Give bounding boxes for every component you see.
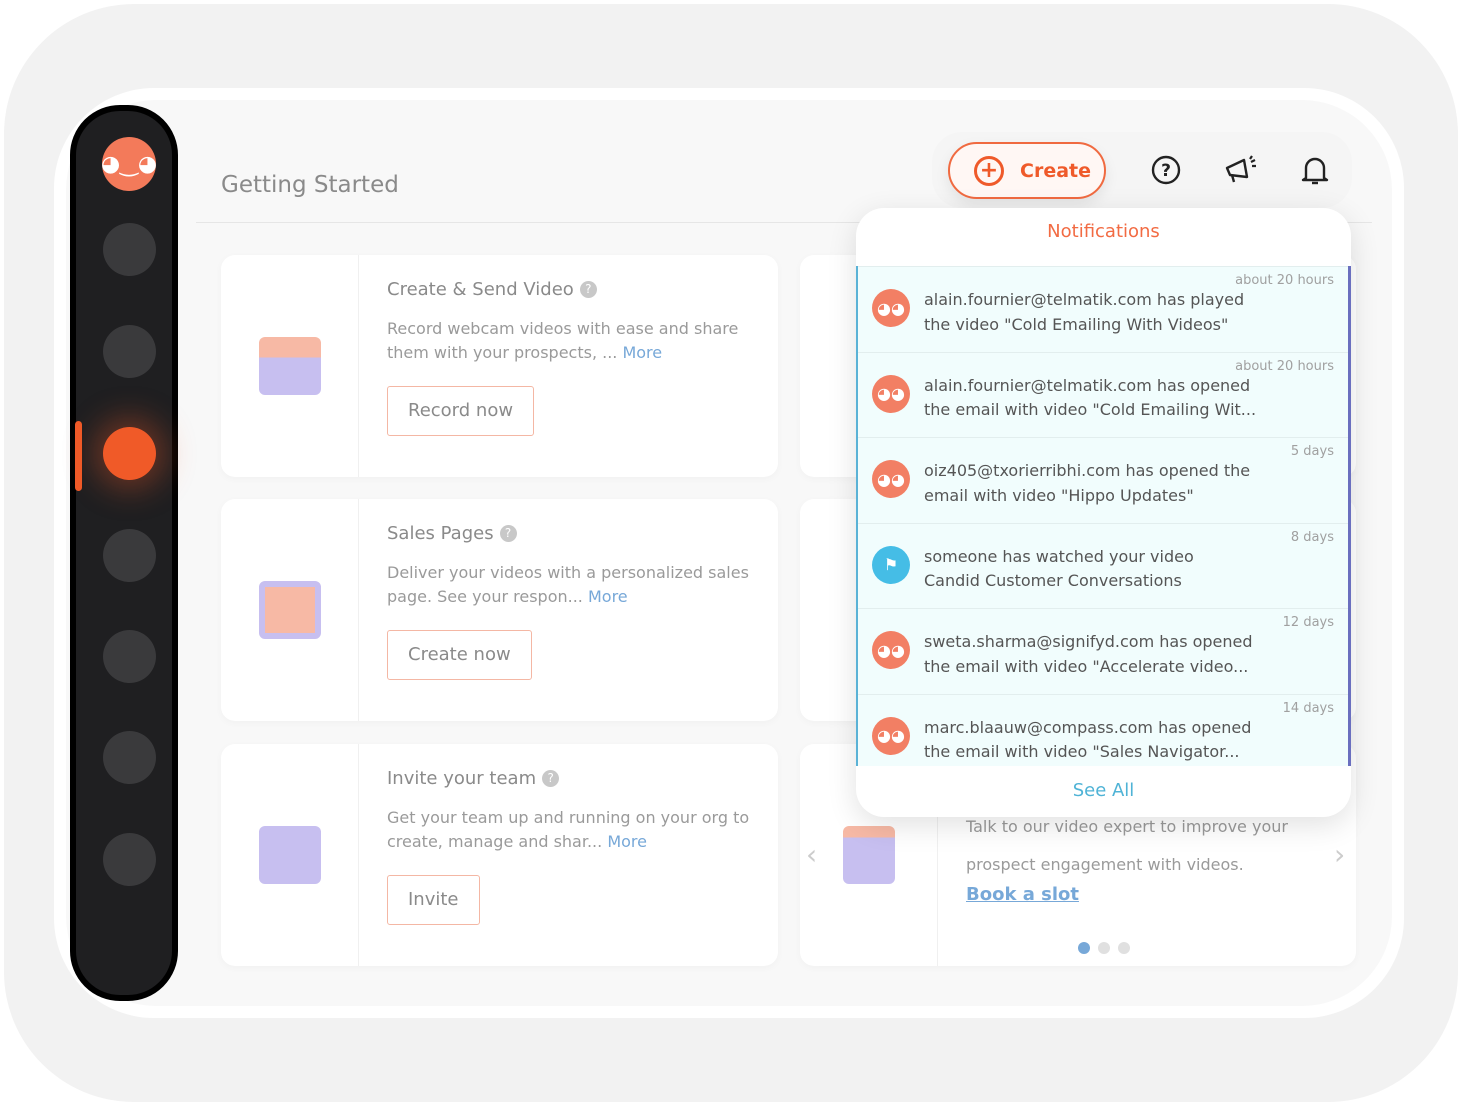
hippo-avatar-icon: ◕◕ [872, 460, 910, 499]
create-button[interactable]: + Create [948, 142, 1106, 199]
notification-message: marc.blaauw@compass.com has opened the em… [924, 716, 1264, 765]
message-line2: the email with video "Sales Navigator... [924, 742, 1240, 762]
plus-circle-icon: + [974, 155, 1004, 186]
message-line2: Candid Customer Conversations [924, 571, 1182, 591]
hippo-avatar-icon: ◕◕ [872, 289, 910, 327]
sidebar-item-7[interactable] [103, 833, 156, 886]
message-line1: alain.fournier@telmatik.com has played [924, 290, 1245, 309]
chevron-left-icon[interactable]: ‹ [806, 838, 817, 871]
card-desc: Get your team up and running on your org… [387, 808, 750, 851]
card-title: Invite your team [387, 768, 537, 789]
card-create-send-video: Create & Send Video? Record webcam video… [221, 255, 778, 477]
notification-item[interactable]: ◕◕ about 20 hours alain.fournier@telmati… [858, 266, 1348, 352]
sidebar-item-1[interactable] [103, 223, 156, 276]
notification-item[interactable]: ◕◕ 12 days sweta.sharma@signifyd.com has… [858, 608, 1348, 694]
notification-message: alain.fournier@telmatik.com has played th… [924, 288, 1264, 337]
monitor-play-icon [258, 581, 321, 639]
hippo-avatar-icon: ◕◕ [872, 631, 910, 670]
help-icon[interactable]: ? [579, 281, 597, 298]
more-link[interactable]: More [588, 587, 628, 606]
hippo-avatar-icon: ◕◕ [872, 716, 910, 755]
page-title: Getting Started [221, 172, 399, 198]
sidebar: ◕‿◕ [70, 105, 178, 1001]
notification-time: 12 days [1282, 615, 1334, 631]
message-line1: alain.fournier@telmatik.com has opened [924, 375, 1251, 395]
notifications-panel: Notifications ◕◕ about 20 hours alain.fo… [856, 208, 1351, 817]
invite-button[interactable]: Invite [387, 875, 480, 925]
carousel-dot[interactable] [1118, 942, 1130, 954]
notification-message: alain.fournier@telmatik.com has opened th… [924, 374, 1264, 423]
card-desc: Deliver your videos with a personalized … [387, 563, 749, 606]
bell-icon[interactable] [1298, 153, 1332, 187]
notification-item[interactable]: ⚑ 8 days someone has watched your video C… [858, 522, 1348, 609]
message-line1: marc.blaauw@compass.com has opened [924, 717, 1252, 737]
hippo-avatar-icon: ◕◕ [872, 374, 910, 413]
notification-message: sweta.sharma@signifyd.com has opened the … [924, 630, 1264, 679]
help-circle-icon[interactable]: ? [1149, 153, 1183, 187]
see-all-link[interactable]: See All [856, 766, 1351, 817]
message-line2: the video "Cold Emailing With Videos" [924, 314, 1229, 334]
more-link[interactable]: More [607, 832, 647, 851]
sidebar-item-3-active[interactable] [103, 427, 156, 480]
sidebar-item-2[interactable] [103, 325, 156, 378]
expert-text: Talk to our video expert to improve your… [966, 808, 1288, 884]
card-sales-pages: Sales Pages? Deliver your videos with a … [221, 499, 778, 721]
carousel-dot[interactable] [1098, 942, 1110, 954]
help-icon[interactable]: ? [542, 770, 560, 787]
megaphone-icon[interactable] [1224, 153, 1258, 187]
message-line2: the email with video "Accelerate video..… [924, 656, 1249, 676]
message-line1: oiz405@txorierribhi.com has opened the [924, 461, 1251, 481]
hippo-logo-icon[interactable]: ◕‿◕ [101, 137, 157, 191]
calendar-icon [842, 826, 895, 884]
active-indicator [75, 421, 82, 491]
notification-time: 8 days [1290, 529, 1334, 545]
message-line1: someone has watched your video [924, 546, 1194, 566]
help-icon[interactable]: ? [499, 525, 517, 542]
create-label: Create [1020, 159, 1091, 182]
notification-time: 14 days [1282, 700, 1334, 716]
card-title: Create & Send Video [387, 279, 574, 300]
clapperboard-icon [258, 337, 321, 395]
notification-time: 5 days [1290, 444, 1334, 460]
sidebar-item-4[interactable] [103, 529, 156, 582]
svg-text:?: ? [1161, 161, 1171, 181]
chevron-right-icon[interactable]: › [1334, 838, 1345, 871]
record-now-button[interactable]: Record now [387, 386, 535, 436]
create-now-button[interactable]: Create now [387, 630, 532, 680]
card-desc: Record webcam videos with ease and share… [387, 319, 739, 362]
notification-message: someone has watched your video Candid Cus… [924, 545, 1264, 594]
notification-item[interactable]: ◕◕ about 20 hours alain.fournier@telmati… [858, 351, 1348, 438]
message-line1: sweta.sharma@signifyd.com has opened [924, 632, 1253, 652]
more-link[interactable]: More [622, 343, 662, 362]
card-title: Sales Pages [387, 523, 494, 544]
notification-message: oiz405@txorierribhi.com has opened the em… [924, 459, 1264, 508]
expert-text-line2: prospect engagement with videos. [966, 855, 1244, 874]
notifications-title: Notifications [1047, 221, 1160, 242]
message-line2: the email with video "Cold Emailing Wit.… [924, 400, 1257, 420]
book-slot-link[interactable]: Book a slot [966, 884, 1079, 905]
flag-icon: ⚑ [872, 545, 910, 584]
notification-item[interactable]: ◕◕ 14 days marc.blaauw@compass.com has o… [858, 693, 1348, 766]
message-line2: email with video "Hippo Updates" [924, 485, 1194, 505]
notification-item[interactable]: ◕◕ 5 days oiz405@txorierribhi.com has op… [858, 437, 1348, 523]
envelope-person-icon [258, 826, 321, 884]
notification-time: about 20 hours [1235, 358, 1334, 374]
carousel-dot[interactable] [1078, 942, 1090, 954]
notifications-list[interactable]: ◕◕ about 20 hours alain.fournier@telmati… [856, 266, 1351, 766]
sidebar-item-5[interactable] [103, 630, 156, 683]
sidebar-item-6[interactable] [103, 731, 156, 784]
card-invite-team: Invite your team? Get your team up and r… [221, 744, 778, 966]
notification-time: about 20 hours [1235, 273, 1334, 288]
carousel-dots [1078, 942, 1130, 954]
